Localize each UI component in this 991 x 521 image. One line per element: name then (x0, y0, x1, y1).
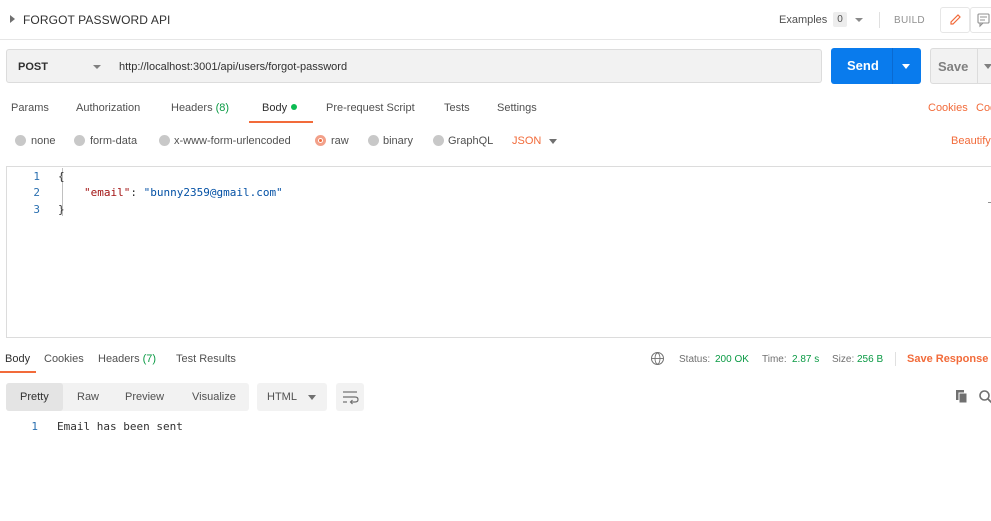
globe-icon-lines (652, 352, 663, 365)
divider (977, 49, 978, 83)
radio-raw[interactable] (315, 135, 326, 146)
url-input[interactable]: http://localhost:3001/api/users/forgot-p… (108, 49, 822, 83)
tab-authorization[interactable]: Authorization (76, 102, 140, 114)
tab-active-underline (249, 121, 313, 123)
save-label: Save (938, 59, 969, 74)
globe-icon[interactable] (651, 352, 664, 365)
view-raw[interactable]: Raw (77, 391, 99, 403)
response-tab-headers[interactable]: Headers (7) (98, 353, 156, 365)
radio-none-label[interactable]: none (31, 135, 55, 147)
comments-button[interactable] (970, 7, 991, 33)
size-value[interactable]: 256 B (857, 354, 883, 365)
status-value[interactable]: 200 OK (715, 354, 749, 365)
title-bar: FORGOT PASSWORD API Examples 0 BUILD (0, 0, 991, 40)
response-format-select[interactable]: HTML (257, 383, 327, 411)
examples-count-badge: 0 (833, 12, 847, 27)
radio-form-data-label[interactable]: form-data (90, 135, 137, 147)
copy-icon-glyph (956, 390, 968, 404)
radio-urlencoded[interactable] (159, 135, 170, 146)
chevron-down-icon[interactable] (855, 18, 863, 22)
examples-dropdown[interactable]: Examples (779, 14, 827, 26)
radio-graphql-label[interactable]: GraphQL (448, 135, 493, 147)
send-label: Send (847, 58, 879, 73)
request-body-editor[interactable]: 1 2 3 { "email": "bunny2359@gmail.com" } (6, 166, 991, 338)
response-view-group: Pretty Raw Preview Visualize (6, 383, 249, 411)
divider (879, 12, 880, 28)
tab-headers-label: Headers (171, 102, 213, 114)
radio-binary-label[interactable]: binary (383, 135, 413, 147)
response-line-number: 1 (31, 420, 38, 433)
tab-tests[interactable]: Tests (444, 102, 470, 114)
view-visualize[interactable]: Visualize (192, 391, 236, 403)
tab-headers-count: (8) (215, 102, 230, 114)
radio-form-data[interactable] (74, 135, 85, 146)
view-preview[interactable]: Preview (125, 391, 164, 403)
radio-raw-label[interactable]: raw (331, 135, 349, 147)
chevron-down-icon[interactable] (549, 139, 557, 144)
cookies-link[interactable]: Cookies (928, 102, 968, 114)
collapse-caret-icon[interactable] (10, 15, 15, 23)
code-link[interactable]: Code (976, 102, 991, 114)
radio-graphql[interactable] (433, 135, 444, 146)
response-tab-cookies[interactable]: Cookies (44, 353, 84, 365)
tab-params[interactable]: Params (11, 102, 49, 114)
radio-binary[interactable] (368, 135, 379, 146)
divider (895, 352, 896, 366)
copy-icon[interactable] (955, 389, 969, 405)
search-icon-glyph (979, 390, 991, 404)
line-number: 2 (33, 186, 40, 199)
radio-raw-dot (319, 139, 322, 142)
response-tab-headers-count: (7) (142, 353, 157, 365)
response-body-text: Email has been sent (57, 420, 183, 433)
body-format-select[interactable]: JSON (512, 135, 541, 147)
wrap-icon (343, 391, 359, 405)
json-key: "email" (84, 186, 131, 199)
send-options-chevron-icon[interactable] (902, 64, 910, 69)
view-pretty[interactable]: Pretty (20, 391, 49, 403)
json-colon: : (130, 186, 144, 199)
divider (892, 48, 893, 84)
body-active-dot-icon (291, 104, 298, 110)
chevron-down-icon (93, 65, 101, 69)
radio-none[interactable] (15, 135, 26, 146)
wrap-lines-button[interactable] (336, 383, 364, 411)
tab-settings[interactable]: Settings (497, 102, 537, 114)
radio-urlencoded-label[interactable]: x-www-form-urlencoded (174, 135, 291, 147)
response-tab-test-results[interactable]: Test Results (176, 353, 236, 365)
code-line: "email": "bunny2359@gmail.com" (84, 186, 283, 199)
time-value[interactable]: 2.87 s (792, 354, 819, 365)
save-button[interactable]: Save (930, 48, 991, 84)
send-button[interactable]: Send (831, 48, 921, 84)
size-label: Size: (832, 354, 855, 365)
response-tab-body[interactable]: Body (5, 353, 30, 365)
url-value: http://localhost:3001/api/users/forgot-p… (119, 61, 348, 73)
method-select[interactable]: POST (6, 49, 109, 83)
response-tab-headers-label: Headers (98, 353, 140, 365)
line-number: 1 (33, 170, 40, 183)
response-format-value: HTML (267, 391, 297, 403)
tab-body-label: Body (262, 102, 288, 114)
build-mode-label[interactable]: BUILD (894, 15, 925, 26)
time-label: Time: (762, 354, 787, 365)
beautify-link[interactable]: Beautify (951, 135, 991, 147)
comment-icon (977, 13, 990, 28)
save-response-button[interactable]: Save Response (907, 353, 988, 365)
chevron-down-icon (308, 395, 316, 400)
line-number: 3 (33, 203, 40, 216)
tab-headers[interactable]: Headers (8) (171, 102, 229, 114)
pencil-icon (950, 14, 961, 25)
request-name[interactable]: FORGOT PASSWORD API (23, 13, 170, 27)
code-line: } (58, 203, 65, 216)
response-tab-underline (0, 371, 36, 373)
status-label: Status: (679, 354, 711, 365)
json-value: "bunny2359@gmail.com" (143, 186, 283, 199)
tab-body[interactable]: Body (262, 102, 298, 114)
code-line: { (58, 170, 65, 183)
tab-pre-request-script[interactable]: Pre-request Script (326, 102, 415, 114)
method-value: POST (18, 61, 48, 73)
edit-button[interactable] (940, 7, 970, 33)
search-icon[interactable] (978, 389, 991, 405)
save-options-chevron-icon[interactable] (984, 64, 991, 69)
